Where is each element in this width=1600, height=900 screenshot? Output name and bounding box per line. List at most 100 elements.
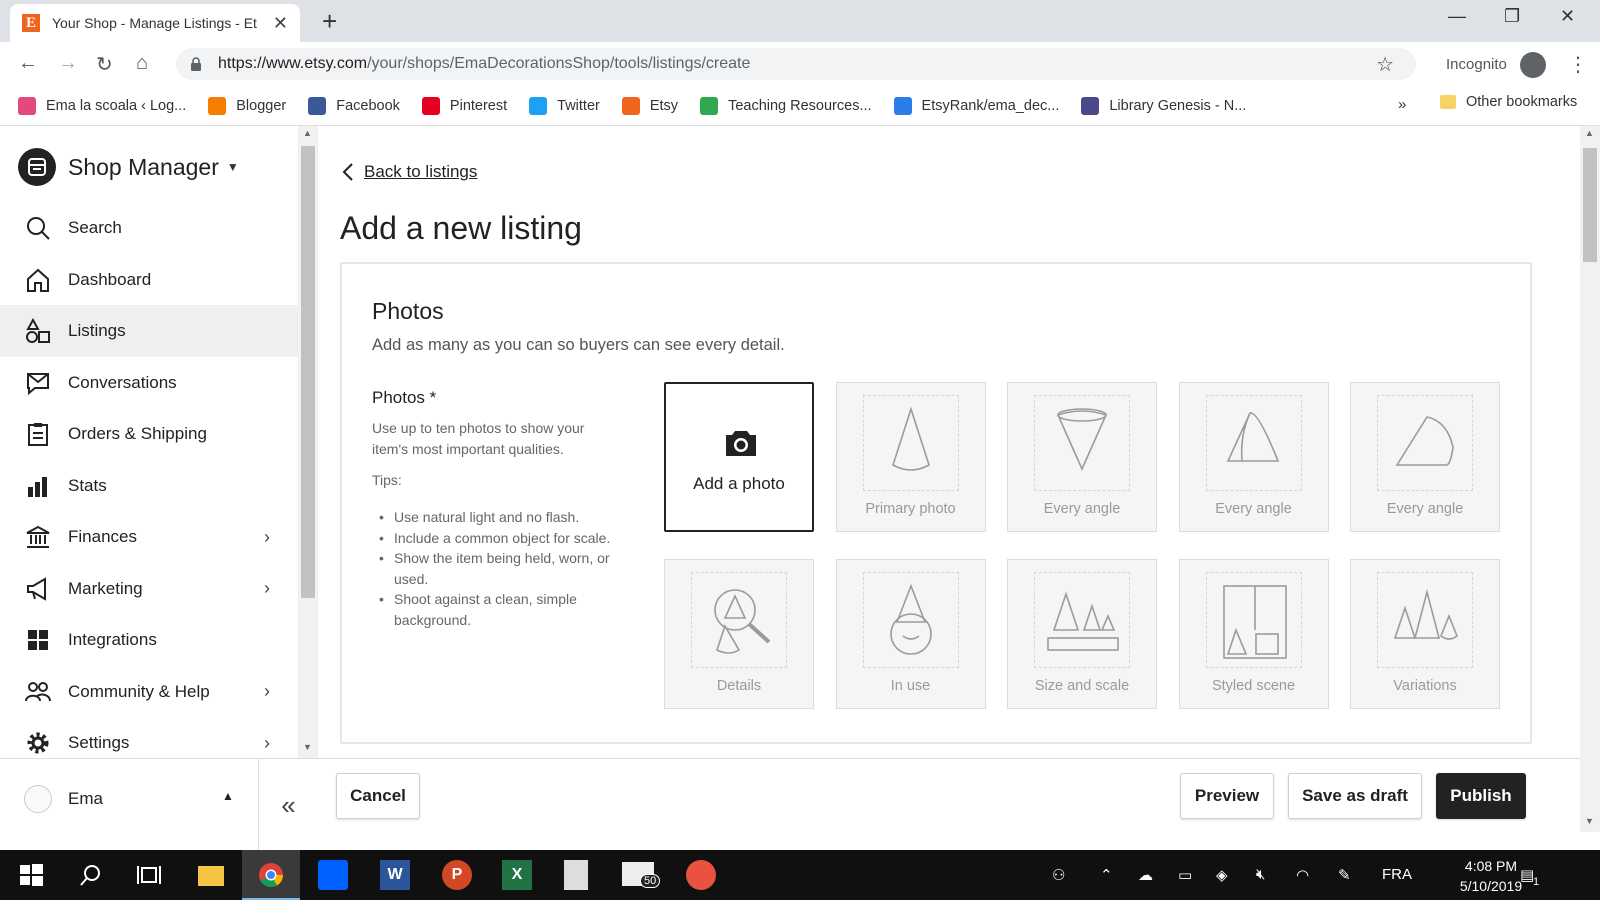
onedrive-icon[interactable]: ☁: [1138, 866, 1153, 884]
ccleaner-icon[interactable]: [686, 860, 716, 890]
browser-tab[interactable]: E Your Shop - Manage Listings - Et ✕: [10, 4, 300, 42]
sidebar-item-label: Integrations: [68, 630, 157, 649]
address-bar[interactable]: https://www.etsy.com/your/shops/EmaDecor…: [176, 48, 1416, 80]
pen-icon[interactable]: ✎: [1338, 866, 1351, 884]
sidebar-scroll-thumb[interactable]: [301, 146, 315, 598]
tip-item: Include a common object for scale.: [372, 528, 628, 549]
incognito-icon[interactable]: [1520, 52, 1546, 78]
photo-slot[interactable]: Every angle: [1350, 382, 1500, 532]
bookmark-item[interactable]: Blogger: [208, 96, 286, 115]
browser-menu-icon[interactable]: ⋮: [1568, 52, 1588, 77]
bookmark-item[interactable]: Facebook: [308, 96, 400, 115]
photo-slot-caption: Every angle: [1043, 501, 1121, 517]
back-arrow-icon[interactable]: ←: [18, 52, 38, 75]
wifi-icon[interactable]: ◠: [1296, 866, 1309, 884]
chevron-right-icon: ›: [264, 681, 270, 701]
photo-slot[interactable]: Styled scene: [1178, 559, 1329, 709]
photo-slot[interactable]: Every angle: [1178, 382, 1329, 532]
word-icon[interactable]: W: [380, 860, 410, 890]
back-to-listings-link[interactable]: Back to listings: [342, 162, 477, 182]
cancel-button[interactable]: Cancel: [336, 773, 420, 819]
sidebar-item-stats[interactable]: Stats: [0, 460, 298, 512]
scroll-up-icon[interactable]: ▲: [1585, 128, 1594, 138]
reload-icon[interactable]: ↻: [96, 52, 113, 77]
photo-slot[interactable]: In use: [835, 559, 986, 709]
add-photo-button[interactable]: Add a photo: [664, 382, 814, 532]
task-view-icon[interactable]: [136, 862, 162, 888]
tab-close-icon[interactable]: ✕: [273, 13, 288, 34]
search-taskbar-icon[interactable]: [78, 862, 104, 888]
shop-manager-header[interactable]: Shop Manager ▼: [18, 148, 239, 186]
sidebar-item-integrations[interactable]: Integrations: [0, 614, 298, 666]
new-tab-icon[interactable]: +: [322, 6, 337, 37]
chrome-taskbar-button[interactable]: [242, 850, 300, 900]
bookmarks-overflow-icon[interactable]: »: [1398, 96, 1406, 113]
sidebar-item-search[interactable]: Search: [0, 202, 298, 254]
bookmark-item[interactable]: Library Genesis - N...: [1081, 96, 1247, 115]
calculator-icon[interactable]: [564, 860, 588, 890]
dropbox-tray-icon[interactable]: ◈: [1216, 866, 1228, 884]
restore-icon[interactable]: ❐: [1504, 6, 1520, 27]
main-scroll-thumb[interactable]: [1583, 148, 1597, 262]
other-bookmarks[interactable]: Other bookmarks: [1440, 94, 1577, 110]
sidebar-item-marketing[interactable]: Marketing ›: [0, 563, 298, 615]
language-indicator[interactable]: FRA: [1382, 866, 1412, 883]
caret-up-icon[interactable]: ▲: [222, 789, 234, 803]
section-title: Photos: [372, 298, 444, 324]
incognito-label: Incognito: [1446, 56, 1507, 73]
sidebar-item-orders-shipping[interactable]: Orders & Shipping: [0, 408, 298, 460]
bookmark-item[interactable]: Etsy: [621, 96, 678, 115]
sidebar-item-conversations[interactable]: Conversations: [0, 357, 298, 409]
volume-muted-icon[interactable]: 🔇︎: [1256, 866, 1265, 883]
bookmark-label: Teaching Resources...: [728, 97, 872, 114]
sidebar-item-settings[interactable]: Settings ›: [0, 717, 298, 758]
photo-placeholder-icon: [1226, 412, 1279, 462]
minimize-icon[interactable]: —: [1448, 6, 1466, 27]
tray-chevron-up-icon[interactable]: ⌃: [1100, 866, 1113, 884]
powerpoint-icon[interactable]: P: [442, 860, 472, 890]
photo-slot[interactable]: Every angle: [1007, 382, 1157, 532]
scroll-down-icon[interactable]: ▼: [1585, 816, 1594, 826]
photo-slot[interactable]: Primary photo: [835, 382, 986, 532]
bookmark-item[interactable]: Ema la scoala ‹ Log...: [18, 96, 187, 115]
bookmark-label: Library Genesis - N...: [1109, 97, 1247, 114]
sidebar-item-community-help[interactable]: Community & Help ›: [0, 666, 298, 718]
photo-placeholder-icon: [714, 589, 771, 654]
people-icon[interactable]: ⚇: [1052, 866, 1065, 884]
sidebar-item-listings[interactable]: Listings: [0, 305, 298, 357]
bookmark-label: Ema la scoala ‹ Log...: [46, 97, 187, 114]
tpt-icon: [700, 96, 719, 115]
sidebar-item-finances[interactable]: Finances ›: [0, 511, 298, 563]
scroll-up-icon[interactable]: ▲: [303, 128, 312, 138]
bookmark-item[interactable]: Pinterest: [421, 96, 507, 115]
mail-icon[interactable]: 50: [622, 862, 661, 888]
save-as-draft-button[interactable]: Save as draft: [1288, 773, 1422, 819]
bookmark-item[interactable]: Teaching Resources...: [700, 96, 872, 115]
photo-slot[interactable]: Details: [664, 559, 814, 709]
photo-slot[interactable]: Size and scale: [1007, 559, 1157, 709]
bookmark-item[interactable]: EtsyRank/ema_dec...: [893, 96, 1059, 115]
browser-titlebar: E Your Shop - Manage Listings - Et ✕ + —…: [0, 0, 1600, 42]
battery-icon[interactable]: ▭: [1178, 866, 1192, 884]
scroll-down-icon[interactable]: ▼: [303, 742, 312, 752]
search-icon: [24, 214, 52, 242]
bookmarks-bar: Ema la scoala ‹ Log... Blogger Facebook Pin…: [0, 86, 1600, 126]
windows-start-icon[interactable]: [18, 862, 44, 888]
photo-slot[interactable]: Variations: [1350, 559, 1500, 709]
main-scrollbar[interactable]: ▲ ▼: [1580, 126, 1600, 832]
bookmark-item[interactable]: Twitter: [529, 96, 600, 115]
forward-arrow-icon[interactable]: →: [58, 52, 78, 75]
preview-button[interactable]: Preview: [1180, 773, 1274, 819]
file-explorer-icon[interactable]: [198, 866, 224, 886]
sidebar-item-dashboard[interactable]: Dashboard: [0, 254, 298, 306]
user-menu-button[interactable]: Ema: [24, 785, 103, 813]
excel-icon[interactable]: X: [502, 860, 532, 890]
sidebar-scrollbar[interactable]: ▲ ▼: [298, 126, 318, 758]
dropbox-icon[interactable]: [318, 860, 348, 890]
window-close-icon[interactable]: ✕: [1560, 6, 1575, 27]
home-button-icon[interactable]: ⌂: [136, 52, 148, 75]
publish-button[interactable]: Publish: [1436, 773, 1526, 819]
chrome-icon: [259, 863, 283, 888]
collapse-sidebar-button[interactable]: «: [258, 759, 318, 851]
bookmark-star-icon[interactable]: ☆: [1376, 52, 1394, 77]
